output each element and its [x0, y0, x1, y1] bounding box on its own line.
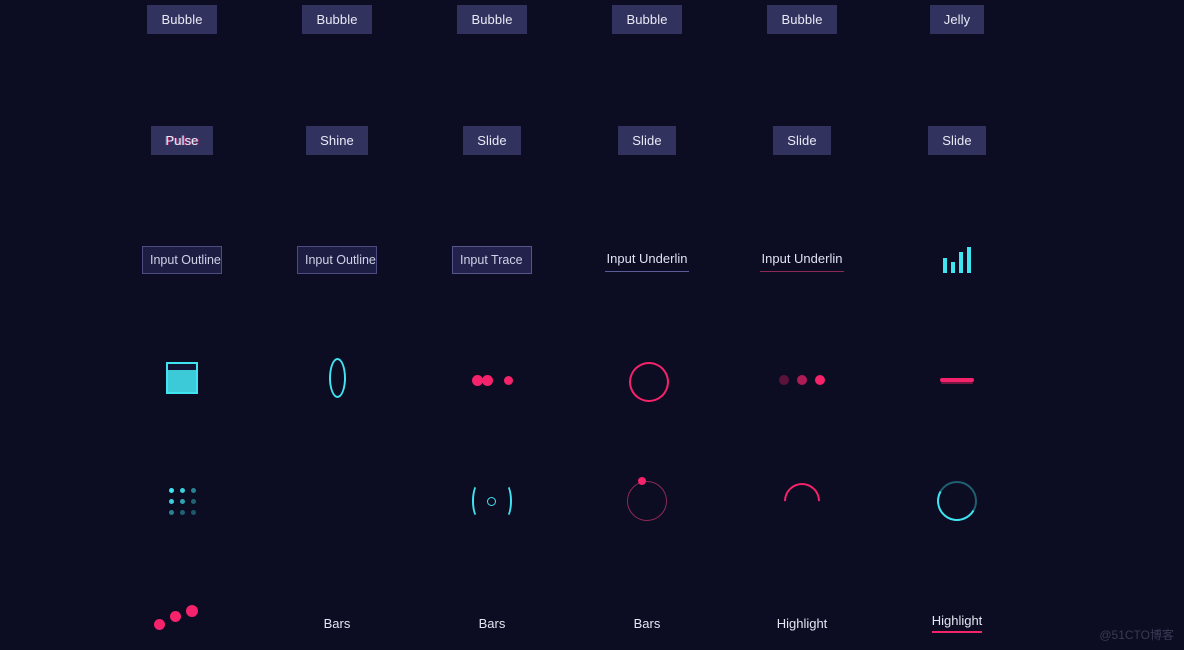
cell-r5c4 — [569, 471, 725, 531]
eq-bar-4 — [967, 247, 971, 273]
bars-label-1[interactable]: Bars — [324, 616, 351, 631]
cell-r1c4: Bubble — [569, 0, 725, 49]
cell-r4c1 — [104, 350, 260, 410]
input-trace[interactable]: Input Trace — [452, 246, 532, 274]
pink-diagonal-dots-loader-icon — [152, 597, 212, 637]
cell-r4c5 — [724, 350, 880, 410]
cell-r4c3 — [414, 350, 570, 410]
bubble-button-3[interactable]: Bubble — [457, 4, 527, 34]
input-outline-2[interactable]: Input Outline — [297, 246, 377, 274]
diag-dot-3 — [186, 605, 198, 617]
highlight-label-2[interactable]: Highlight — [931, 613, 983, 633]
cell-r6c4: Bars — [569, 593, 725, 650]
grid-dot — [191, 510, 196, 515]
cell-r3c4: Input Underlin — [569, 230, 725, 290]
cell-r5c1 — [104, 471, 260, 531]
cell-r2c4: Slide — [569, 110, 725, 170]
pink-three-dots-loader-icon — [779, 375, 825, 385]
input-underline-blue[interactable]: Input Underlin — [604, 249, 690, 272]
cell-r2c1: Pulse — [104, 110, 260, 170]
bubble-button-4[interactable]: Bubble — [612, 4, 682, 34]
pulse-button[interactable]: Pulse — [151, 125, 213, 155]
cell-r5c5 — [724, 471, 880, 531]
highlight-label-1[interactable]: Highlight — [777, 616, 828, 631]
loader-dot-3 — [815, 375, 825, 385]
cell-r4c6 — [879, 350, 1035, 410]
bubble-button-2[interactable]: Bubble — [302, 4, 372, 34]
cell-r6c6: Highlight — [879, 593, 1035, 650]
shine-button[interactable]: Shine — [306, 125, 368, 155]
cell-r4c4 — [569, 350, 725, 410]
ellipse-outline-loader-icon — [307, 350, 367, 410]
cell-r1c1: Bubble — [104, 0, 260, 49]
input-outline-1[interactable]: Input Outline — [142, 246, 222, 274]
cyan-dot-grid-loader-icon — [152, 471, 212, 531]
cell-r4c2 — [259, 350, 415, 410]
jelly-button[interactable]: Jelly — [929, 4, 985, 34]
loader-dot-2 — [481, 374, 493, 386]
cell-r1c3: Bubble — [414, 0, 570, 49]
watermark: @51CTO博客 — [1099, 628, 1174, 642]
cell-r2c6: Slide — [879, 110, 1035, 170]
loader-dot-2 — [797, 375, 807, 385]
loader-dot-3 — [503, 375, 513, 385]
cell-r3c3: Input Trace — [414, 230, 570, 290]
slide-button-3[interactable]: Slide — [773, 125, 831, 155]
cell-r5c6 — [879, 471, 1035, 531]
cell-r2c3: Slide — [414, 110, 570, 170]
cell-r6c3: Bars — [414, 593, 570, 650]
bars-label-2[interactable]: Bars — [479, 616, 506, 631]
cell-r3c2: Input Outline — [259, 230, 415, 290]
pink-dots-pair-loader-icon — [471, 374, 513, 386]
pink-split-ring-loader-icon — [617, 350, 677, 410]
input-underline-pink[interactable]: Input Underlin — [759, 249, 845, 272]
cell-r6c2: Bars — [259, 593, 415, 650]
pink-arc-loader-icon — [772, 471, 832, 531]
eq-bar-1 — [943, 258, 947, 273]
pink-dash-loader-icon — [927, 350, 987, 410]
grid-dot — [180, 488, 185, 493]
slide-button-1[interactable]: Slide — [463, 125, 521, 155]
cell-r1c5: Bubble — [724, 0, 880, 49]
cell-r3c5: Input Underlin — [724, 230, 880, 290]
grid-dot — [180, 510, 185, 515]
cell-r2c5: Slide — [724, 110, 880, 170]
cyan-paren-circle-loader-icon — [462, 471, 522, 531]
grid-dot — [191, 499, 196, 504]
slide-button-2[interactable]: Slide — [618, 125, 676, 155]
cyan-ring-segment-loader-icon — [927, 471, 987, 531]
cell-r3c1: Input Outline — [104, 230, 260, 290]
pink-ring-dot-loader-icon — [617, 471, 677, 531]
eq-bar-3 — [959, 252, 963, 273]
cyan-concentric-arcs-loader-icon — [307, 471, 367, 531]
diag-dot-1 — [154, 619, 165, 630]
diag-dot-2 — [170, 611, 181, 622]
effects-showcase-canvas: Bubble Bubble Bubble Bubble Bubble Jelly… — [0, 0, 1184, 650]
cell-r2c2: Shine — [259, 110, 415, 170]
grid-dot — [169, 510, 174, 515]
grid-dot — [169, 488, 174, 493]
square-fill-loader-icon — [152, 350, 212, 410]
grid-dot — [180, 499, 185, 504]
bars-label-3[interactable]: Bars — [634, 616, 661, 631]
cell-r6c1 — [104, 587, 260, 647]
cell-r1c2: Bubble — [259, 0, 415, 49]
cell-r5c2 — [259, 471, 415, 531]
cell-r1c6: Jelly — [879, 0, 1035, 49]
grid-dot — [191, 488, 196, 493]
loader-dot-1 — [471, 374, 483, 386]
equalizer-bars-loader — [943, 247, 971, 273]
slide-button-4[interactable]: Slide — [928, 125, 986, 155]
grid-dot — [169, 499, 174, 504]
loader-dot-1 — [779, 375, 789, 385]
cell-r6c5: Highlight — [724, 593, 880, 650]
cell-r5c3 — [414, 471, 570, 531]
cell-r3c6 — [879, 230, 1035, 290]
eq-bar-2 — [951, 262, 955, 273]
bubble-button-1[interactable]: Bubble — [147, 4, 217, 34]
bubble-button-5[interactable]: Bubble — [767, 4, 837, 34]
